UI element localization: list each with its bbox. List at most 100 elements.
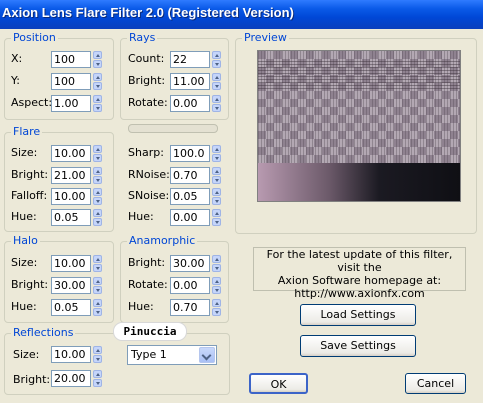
spin-down-icon[interactable]: [212, 154, 221, 162]
spin-down-icon[interactable]: [93, 286, 102, 294]
spin-down-icon[interactable]: [212, 218, 221, 226]
load-settings-button[interactable]: Load Settings: [300, 304, 416, 326]
spin-down-icon[interactable]: [212, 197, 221, 205]
halo-bright-spinner[interactable]: [93, 277, 102, 294]
spin-down-icon[interactable]: [93, 154, 102, 162]
position-y-spinner[interactable]: [93, 73, 102, 90]
info-box: For the latest update of this filter, vi…: [253, 247, 466, 300]
flare-size-spinner[interactable]: [93, 145, 102, 162]
spin-up-icon[interactable]: [93, 188, 102, 196]
reflections-bright-input[interactable]: 20.00: [51, 370, 91, 387]
rays-hue-spinner[interactable]: [212, 209, 221, 226]
spin-up-icon[interactable]: [93, 346, 102, 354]
position-x-input[interactable]: 100: [51, 51, 91, 68]
spin-up-icon[interactable]: [93, 370, 102, 378]
spin-down-icon[interactable]: [212, 60, 221, 68]
spin-down-icon[interactable]: [93, 355, 102, 363]
spin-up-icon[interactable]: [212, 73, 221, 81]
rays-rnoise-input[interactable]: 0.70: [170, 167, 210, 184]
spin-up-icon[interactable]: [212, 209, 221, 217]
halo-size-input[interactable]: 10.00: [51, 255, 91, 272]
spin-up-icon[interactable]: [93, 209, 102, 217]
halo-size-spinner[interactable]: [93, 255, 102, 272]
spin-down-icon[interactable]: [93, 176, 102, 184]
rays-bright-input[interactable]: 11.00: [170, 73, 210, 90]
spin-up-icon[interactable]: [212, 95, 221, 103]
anamorphic-hue-input[interactable]: 0.70: [170, 299, 210, 316]
spin-down-icon[interactable]: [212, 82, 221, 90]
flare-hue-input[interactable]: 0.05: [51, 209, 91, 226]
position-aspect-input[interactable]: 1.00: [51, 95, 91, 112]
spin-up-icon[interactable]: [212, 145, 221, 153]
spin-up-icon[interactable]: [93, 255, 102, 263]
spin-down-icon[interactable]: [93, 379, 102, 387]
spin-down-icon[interactable]: [93, 264, 102, 272]
flare-size-input[interactable]: 10.00: [51, 145, 91, 162]
spin-up-icon[interactable]: [93, 145, 102, 153]
spin-up-icon[interactable]: [93, 95, 102, 103]
rays-slider[interactable]: [128, 124, 218, 133]
rays-count-spinner[interactable]: [212, 51, 221, 68]
flare-bright-spinner[interactable]: [93, 167, 102, 184]
position-y-input[interactable]: 100: [51, 73, 91, 90]
anamorphic-bright-spinner[interactable]: [212, 255, 221, 272]
spin-down-icon[interactable]: [212, 286, 221, 294]
title-bar[interactable]: Axion Lens Flare Filter 2.0 (Registered …: [0, 0, 483, 29]
flare-falloff-label: Falloff:: [11, 189, 48, 202]
flare-hue-spinner[interactable]: [93, 209, 102, 226]
position-x-spinner[interactable]: [93, 51, 102, 68]
spin-up-icon[interactable]: [212, 299, 221, 307]
spin-up-icon[interactable]: [212, 167, 221, 175]
spin-down-icon[interactable]: [93, 82, 102, 90]
rays-count-input[interactable]: 22: [170, 51, 210, 68]
reflections-bright-spinner[interactable]: [93, 370, 102, 387]
rays-snoise-spinner[interactable]: [212, 188, 221, 205]
flare-bright-input[interactable]: 21.00: [51, 167, 91, 184]
anamorphic-hue-spinner[interactable]: [212, 299, 221, 316]
reflections-type-select[interactable]: Type 1: [127, 345, 217, 365]
reflections-size-spinner[interactable]: [93, 346, 102, 363]
halo-bright-input[interactable]: 30.00: [51, 277, 91, 294]
rays-hue-input[interactable]: 0.00: [170, 209, 210, 226]
anamorphic-bright-input[interactable]: 30.00: [170, 255, 210, 272]
anamorphic-rotate-input[interactable]: 0.00: [170, 277, 210, 294]
spin-down-icon[interactable]: [93, 308, 102, 316]
rays-rotate-spinner[interactable]: [212, 95, 221, 112]
spin-up-icon[interactable]: [212, 51, 221, 59]
chevron-down-icon[interactable]: [199, 347, 215, 363]
spin-down-icon[interactable]: [93, 60, 102, 68]
position-aspect-spinner[interactable]: [93, 95, 102, 112]
rays-sharp-spinner[interactable]: [212, 145, 221, 162]
halo-hue-spinner[interactable]: [93, 299, 102, 316]
spin-down-icon[interactable]: [93, 197, 102, 205]
rays-rnoise-spinner[interactable]: [212, 167, 221, 184]
anamorphic-rotate-spinner[interactable]: [212, 277, 221, 294]
cancel-button[interactable]: Cancel: [405, 373, 466, 394]
spin-down-icon[interactable]: [212, 264, 221, 272]
spin-up-icon[interactable]: [212, 255, 221, 263]
spin-up-icon[interactable]: [93, 73, 102, 81]
spin-up-icon[interactable]: [212, 277, 221, 285]
spin-up-icon[interactable]: [93, 167, 102, 175]
spin-down-icon[interactable]: [212, 308, 221, 316]
reflections-size-input[interactable]: 10.00: [51, 346, 91, 363]
rays-snoise-input[interactable]: 0.05: [170, 188, 210, 205]
rays-rotate-input[interactable]: 0.00: [170, 95, 210, 112]
spin-up-icon[interactable]: [93, 277, 102, 285]
info-line-2: Axion Software homepage at:: [277, 274, 442, 287]
halo-hue-input[interactable]: 0.05: [51, 299, 91, 316]
flare-falloff-spinner[interactable]: [93, 188, 102, 205]
spin-down-icon[interactable]: [93, 218, 102, 226]
save-settings-button[interactable]: Save Settings: [300, 335, 416, 357]
spin-up-icon[interactable]: [93, 299, 102, 307]
rays-sharp-input[interactable]: 100.0: [170, 145, 210, 162]
ok-button[interactable]: OK: [249, 373, 308, 394]
spin-down-icon[interactable]: [93, 104, 102, 112]
flare-falloff-input[interactable]: 10.00: [51, 188, 91, 205]
spin-up-icon[interactable]: [212, 188, 221, 196]
rays-bright-spinner[interactable]: [212, 73, 221, 90]
spin-up-icon[interactable]: [93, 51, 102, 59]
preview-image[interactable]: [257, 50, 461, 202]
spin-down-icon[interactable]: [212, 104, 221, 112]
spin-down-icon[interactable]: [212, 176, 221, 184]
